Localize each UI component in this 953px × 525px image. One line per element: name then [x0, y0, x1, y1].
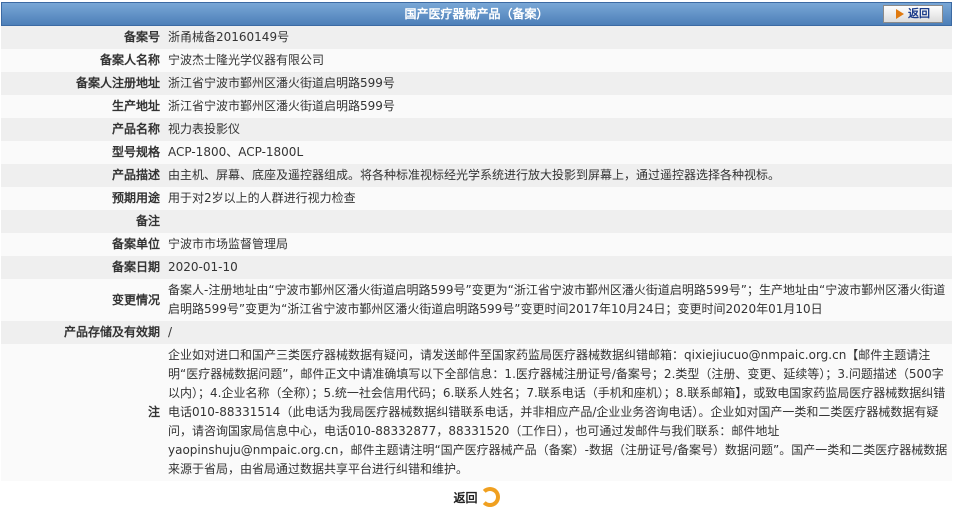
return-icon [479, 487, 500, 507]
row-value: 备案人-注册地址由“宁波市鄞州区潘火街道启明路599号”变更为“浙江省宁波市鄞州… [168, 283, 946, 316]
back-button-label: 返回 [908, 7, 930, 20]
table-row: 注 企业如对进口和国产三类医疗器械数据有疑问，请发送邮件至国家药监局医疗器械数据… [1, 344, 952, 481]
back-button-label: 返回 [453, 490, 478, 505]
table-row: 产品描述 由主机、屏幕、底座及遥控器组成。将各种标准视标经光学系统进行放大投影到… [1, 164, 952, 187]
row-label: 生产地址 [111, 99, 160, 113]
row-label: 备案单位 [111, 237, 160, 251]
row-label: 产品描述 [111, 168, 160, 182]
row-label: 变更情况 [111, 292, 160, 307]
row-label: 备案日期 [111, 260, 160, 274]
table-row: 产品名称 视力表投影仪 [1, 118, 952, 141]
page-header: 国产医疗器械产品（备案） 返回 [1, 2, 952, 26]
back-button-top[interactable]: 返回 [883, 5, 943, 23]
row-label: 产品名称 [111, 122, 160, 136]
page-title: 国产医疗器械产品（备案） [404, 7, 549, 21]
row-value: 浙江省宁波市鄞州区潘火街道启明路599号 [168, 99, 395, 113]
table-row: 变更情况 备案人-注册地址由“宁波市鄞州区潘火街道启明路599号”变更为“浙江省… [1, 279, 952, 321]
row-value: 宁波杰士隆光学仪器有限公司 [168, 53, 325, 67]
row-label: 产品存储及有效期 [63, 325, 160, 339]
table-row: 生产地址 浙江省宁波市鄞州区潘火街道启明路599号 [1, 95, 952, 118]
footer: 返回 [0, 487, 953, 507]
table-row: 预期用途 用于对2岁以上的人群进行视力检查 [1, 187, 952, 210]
row-value: 宁波市市场监督管理局 [168, 237, 289, 251]
row-value: 浙江省宁波市鄞州区潘火街道启明路599号 [168, 76, 395, 90]
table-row: 备案日期 2020-01-10 [1, 256, 952, 279]
detail-table: 备案号 浙甬械备20160149号 备案人名称 宁波杰士隆光学仪器有限公司 备案… [1, 26, 952, 481]
row-value [164, 210, 952, 233]
row-value: / [168, 325, 173, 339]
row-label: 备注 [135, 214, 160, 228]
row-value: 用于对2岁以上的人群进行视力检查 [168, 191, 356, 205]
row-value: 浙甬械备20160149号 [168, 30, 290, 44]
row-value: 视力表投影仪 [168, 122, 241, 136]
back-button-bottom[interactable]: 返回 [453, 487, 500, 507]
table-row: 备注 [1, 210, 952, 233]
table-row: 产品存储及有效期 / [1, 321, 952, 344]
row-label: 备案人名称 [99, 53, 160, 67]
row-value: 由主机、屏幕、底座及遥控器组成。将各种标准视标经光学系统进行放大投影到屏幕上，通… [168, 168, 781, 182]
table-row: 备案人注册地址 浙江省宁波市鄞州区潘火街道启明路599号 [1, 72, 952, 95]
arrow-right-icon [896, 9, 904, 19]
table-row: 备案人名称 宁波杰士隆光学仪器有限公司 [1, 49, 952, 72]
row-value: 企业如对进口和国产三类医疗器械数据有疑问，请发送邮件至国家药监局医疗器械数据纠错… [168, 348, 948, 476]
row-label: 型号规格 [111, 145, 160, 159]
row-label: 注 [147, 405, 160, 419]
row-value: ACP-1800、ACP-1800L [168, 145, 304, 159]
row-label: 备案人注册地址 [75, 76, 160, 90]
row-label: 备案号 [123, 30, 160, 44]
row-value: 2020-01-10 [168, 260, 238, 274]
table-row: 备案号 浙甬械备20160149号 [1, 26, 952, 49]
table-row: 型号规格 ACP-1800、ACP-1800L [1, 141, 952, 164]
row-label: 预期用途 [111, 191, 160, 205]
table-row: 备案单位 宁波市市场监督管理局 [1, 233, 952, 256]
